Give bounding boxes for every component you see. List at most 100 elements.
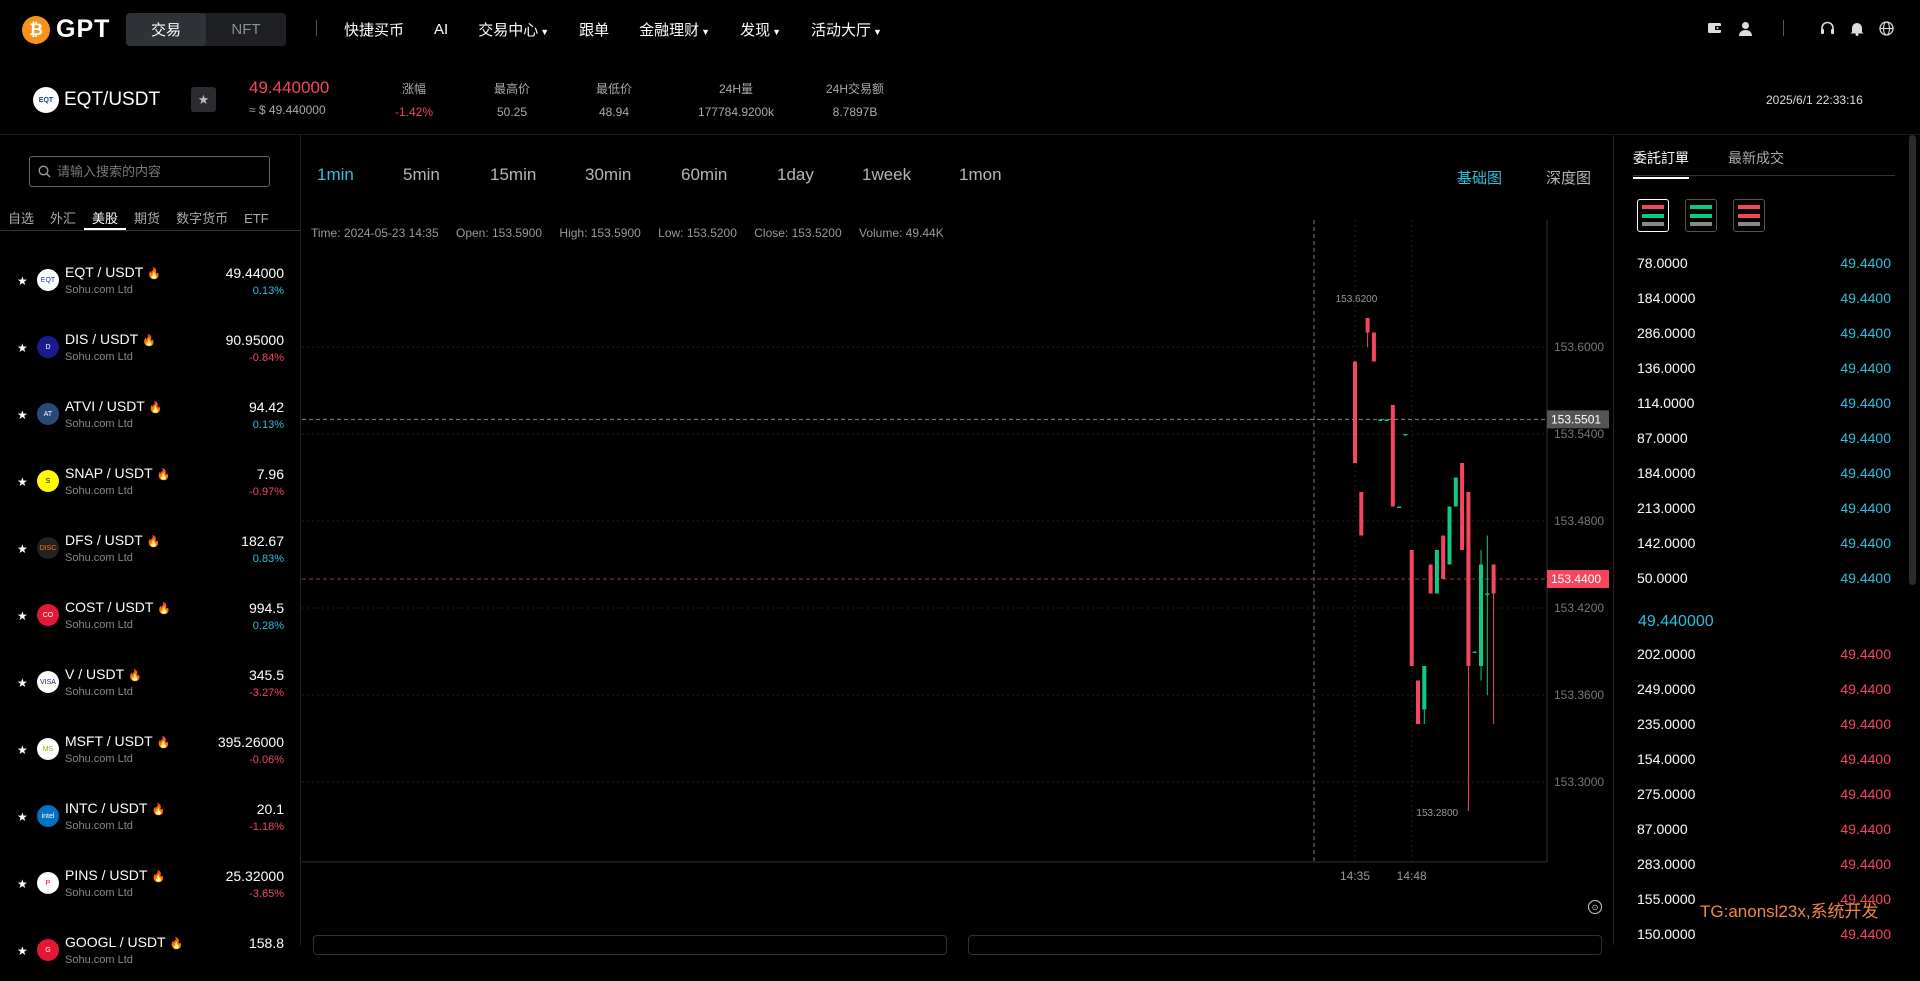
tab-latest-trades[interactable]: 最新成交 xyxy=(1728,148,1784,168)
nav-item[interactable]: 发现 ▼ xyxy=(740,19,781,40)
chart-view-depth[interactable]: 深度图 xyxy=(1546,167,1591,188)
star-icon[interactable]: ★ xyxy=(17,609,28,623)
timeframe-tab[interactable]: 30min xyxy=(585,165,631,185)
timeframe-tab[interactable]: 5min xyxy=(403,165,440,185)
top-nav: ₿ GPT 交易 NFT 快捷买币 AI 交易中心 ▼ 跟单 金融理财 ▼ 发现 ▼ 活动大厅 ▼ xyxy=(0,0,1920,58)
bid-amount: 87.0000 xyxy=(1637,820,1688,837)
bid-row[interactable]: 283.0000 49.4400 xyxy=(1637,846,1891,881)
bid-row[interactable]: 154.0000 49.4400 xyxy=(1637,741,1891,776)
favorite-star-button[interactable]: ★ xyxy=(191,87,216,112)
market-row[interactable]: ★ intel INTC / USDT 🔥 Sohu.com Ltd 20.1 -1.18% xyxy=(0,780,300,847)
star-icon[interactable]: ★ xyxy=(17,944,28,958)
timeframe-tab[interactable]: 1mon xyxy=(959,165,1002,185)
asks-view-icon[interactable] xyxy=(1733,199,1765,232)
market-pair: PINS / USDT xyxy=(65,867,148,883)
star-icon[interactable]: ★ xyxy=(17,475,28,489)
market-price: 25.32000 xyxy=(225,868,284,884)
star-icon[interactable]: ★ xyxy=(17,676,28,690)
market-pair: SNAP / USDT xyxy=(65,465,153,481)
star-icon[interactable]: ★ xyxy=(17,341,28,355)
star-icon[interactable]: ★ xyxy=(17,743,28,757)
market-tab[interactable]: ETF xyxy=(236,208,277,230)
market-company: Sohu.com Ltd xyxy=(65,619,133,631)
tab-orders[interactable]: 委託訂單 xyxy=(1633,148,1689,179)
market-pair: MSFT / USDT xyxy=(65,733,153,749)
search-input[interactable] xyxy=(57,164,257,179)
candlestick-chart[interactable]: 153.3000 153.3600 153.4200 153.4800 153.5400… xyxy=(302,220,1612,900)
ask-row[interactable]: 286.0000 49.4400 xyxy=(1637,315,1891,350)
bid-row[interactable]: 235.0000 49.4400 xyxy=(1637,706,1891,741)
fire-icon: 🔥 xyxy=(142,335,156,347)
timeframe-tab[interactable]: 15min xyxy=(490,165,536,185)
market-row[interactable]: ★ MS MSFT / USDT 🔥 Sohu.com Ltd 395.26000 -0.0… xyxy=(0,713,300,780)
reset-zoom-icon[interactable]: ⊙ xyxy=(1588,900,1602,914)
wallet-icon[interactable] xyxy=(1706,19,1724,37)
bid-row[interactable]: 275.0000 49.4400 xyxy=(1637,776,1891,811)
market-logo-icon: S xyxy=(37,470,59,492)
star-icon[interactable]: ★ xyxy=(17,274,28,288)
market-tab[interactable]: 自选 xyxy=(0,208,42,230)
bid-row[interactable]: 249.0000 49.4400 xyxy=(1637,671,1891,706)
scrollbar[interactable] xyxy=(1909,135,1916,585)
bids-view-icon[interactable] xyxy=(1685,199,1717,232)
market-row[interactable]: ★ P PINS / USDT 🔥 Sohu.com Ltd 25.32000 -3.65% xyxy=(0,847,300,914)
market-row[interactable]: ★ S SNAP / USDT 🔥 Sohu.com Ltd 7.96 -0.97% xyxy=(0,445,300,512)
globe-icon[interactable] xyxy=(1877,19,1895,37)
user-icon[interactable] xyxy=(1736,19,1754,37)
market-price: 94.42 xyxy=(248,399,284,415)
market-logo-icon: EQT xyxy=(37,269,59,291)
star-icon[interactable]: ★ xyxy=(17,542,28,556)
mode-trade-tab[interactable]: 交易 xyxy=(126,13,206,46)
ask-row[interactable]: 136.0000 49.4400 xyxy=(1637,350,1891,385)
ask-row[interactable]: 114.0000 49.4400 xyxy=(1637,385,1891,420)
nav-item[interactable]: 金融理财 ▼ xyxy=(639,19,710,40)
candle-body xyxy=(1422,666,1427,710)
market-row[interactable]: ★ G GOOGL / USDT 🔥 Sohu.com Ltd 158.8 xyxy=(0,914,300,981)
ask-row[interactable]: 78.0000 49.4400 xyxy=(1637,245,1891,280)
nav-item[interactable]: 跟单 xyxy=(579,19,609,40)
star-icon[interactable]: ★ xyxy=(17,408,28,422)
market-price: 7.96 xyxy=(256,466,284,482)
ask-row[interactable]: 184.0000 49.4400 xyxy=(1637,280,1891,315)
bell-icon[interactable] xyxy=(1848,19,1866,37)
ask-row[interactable]: 184.0000 49.4400 xyxy=(1637,455,1891,490)
market-row[interactable]: ★ DISC DFS / USDT 🔥 Sohu.com Ltd 182.67 0.83% xyxy=(0,512,300,579)
bid-row[interactable]: 202.0000 49.4400 xyxy=(1637,636,1891,671)
bid-price: 49.4400 xyxy=(1840,645,1891,662)
logo[interactable]: ₿ GPT xyxy=(22,15,110,44)
market-row[interactable]: ★ AT ATVI / USDT 🔥 Sohu.com Ltd 94.42 0.13% xyxy=(0,378,300,445)
mode-nft-tab[interactable]: NFT xyxy=(206,13,286,46)
market-tab[interactable]: 期货 xyxy=(126,208,168,230)
nav-item[interactable]: AI xyxy=(434,21,448,38)
market-tab[interactable]: 外汇 xyxy=(42,208,84,230)
market-tab[interactable]: 数字货币 xyxy=(168,208,236,230)
bid-row[interactable]: 87.0000 49.4400 xyxy=(1637,811,1891,846)
timeframe-tab[interactable]: 1min xyxy=(317,165,354,185)
star-icon[interactable]: ★ xyxy=(17,810,28,824)
nav-item[interactable]: 活动大厅 ▼ xyxy=(811,19,882,40)
market-tab[interactable]: 美股 xyxy=(84,208,127,230)
chart-view-basic[interactable]: 基础图 xyxy=(1457,167,1502,188)
max-price-label: 153.6200 xyxy=(1336,294,1378,305)
ask-row[interactable]: 142.0000 49.4400 xyxy=(1637,525,1891,560)
market-change: -0.84% xyxy=(249,352,284,364)
timeframe-tab[interactable]: 1week xyxy=(862,165,911,185)
market-row[interactable]: ★ CO COST / USDT 🔥 Sohu.com Ltd 994.5 0.28% xyxy=(0,579,300,646)
pair-name[interactable]: EQT/USDT xyxy=(64,89,160,111)
market-logo-icon: CO xyxy=(37,604,59,626)
market-row[interactable]: ★ EQT EQT / USDT 🔥 Sohu.com Ltd 49.44000 0.13% xyxy=(0,244,300,311)
both-sides-view-icon[interactable] xyxy=(1637,199,1669,232)
timeframe-tab[interactable]: 60min xyxy=(681,165,727,185)
nav-item[interactable]: 快捷买币 xyxy=(344,19,404,40)
ask-row[interactable]: 87.0000 49.4400 xyxy=(1637,420,1891,455)
market-search[interactable] xyxy=(29,156,270,187)
bid-amount: 154.0000 xyxy=(1637,750,1696,767)
timeframe-tab[interactable]: 1day xyxy=(777,165,814,185)
star-icon[interactable]: ★ xyxy=(17,877,28,891)
market-row[interactable]: ★ D DIS / USDT 🔥 Sohu.com Ltd 90.95000 -0.84% xyxy=(0,311,300,378)
ask-row[interactable]: 50.0000 49.4400 xyxy=(1637,560,1891,595)
market-row[interactable]: ★ VISA V / USDT 🔥 Sohu.com Ltd 345.5 -3.27% xyxy=(0,646,300,713)
ask-row[interactable]: 213.0000 49.4400 xyxy=(1637,490,1891,525)
nav-item[interactable]: 交易中心 ▼ xyxy=(478,19,549,40)
headset-icon[interactable] xyxy=(1818,19,1836,37)
